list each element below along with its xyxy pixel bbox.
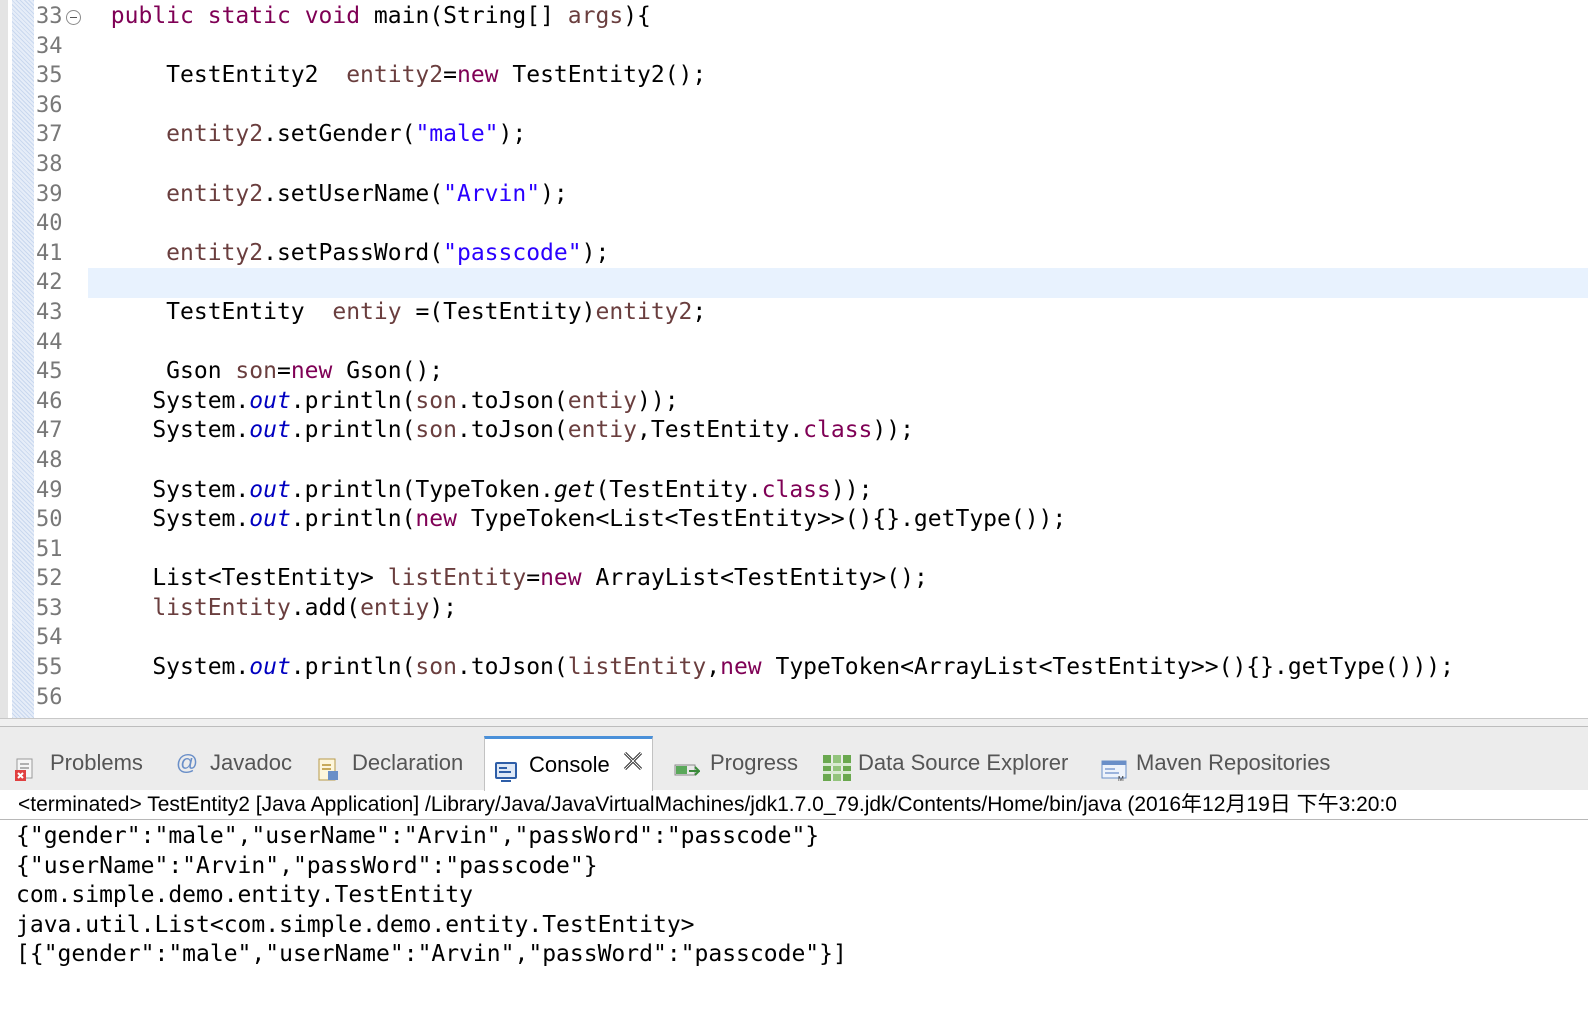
line-number: 51 [36, 536, 63, 562]
console-output-line: com.simple.demo.entity.TestEntity [16, 882, 473, 909]
code-text: System.out.println(son.toJson(entiy,Test… [0, 417, 914, 444]
collapse-fold-icon[interactable] [66, 10, 81, 25]
code-line[interactable]: 50 System.out.println(new TypeToken<List… [0, 505, 1588, 535]
code-line[interactable]: 56 [0, 683, 1588, 713]
console-output-line: {"gender":"male","userName":"Arvin","pas… [16, 823, 820, 849]
code-line[interactable]: 41 entity2.setPassWord("passcode"); [0, 239, 1588, 269]
view-tab-bar: Problems @ Javadoc Declaration Console P… [0, 736, 1588, 791]
code-lines[interactable]: 33 public static void main(String[] args… [0, 2, 1588, 712]
line-number: 48 [36, 447, 63, 473]
line-number: 42 [36, 270, 63, 296]
line-number: 36 [36, 92, 63, 118]
progress-icon [674, 750, 702, 776]
code-line[interactable]: 39 entity2.setUserName("Arvin"); [0, 180, 1588, 210]
code-text: System.out.println(TypeToken.get(TestEnt… [0, 476, 873, 503]
code-line[interactable]: 40 [0, 209, 1588, 239]
current-code-line[interactable]: 42 [0, 268, 1588, 298]
code-line[interactable]: 46 System.out.println(son.toJson(entiy))… [0, 387, 1588, 417]
code-text: entity2.setUserName("Arvin"); [166, 180, 568, 207]
code-text: TestEntity2 entity2=new TestEntity2(); [0, 62, 707, 89]
console-output-line: {"userName":"Arvin","passWord":"passcode… [16, 852, 598, 879]
console-status-line: <terminated> TestEntity2 [Java Applicati… [18, 793, 1397, 816]
code-text: entity2.setGender("male"); [166, 121, 527, 148]
tab-label: Data Source Explorer [858, 750, 1069, 775]
code-text: public static void main(String[] args){ [110, 3, 651, 29]
line-number: 34 [36, 33, 63, 59]
editor-horizontal-scrollbar[interactable] [0, 718, 1588, 726]
code-line[interactable]: 53 listEntity.add(entiy); [0, 594, 1588, 624]
code-line[interactable]: 43 TestEntity entiy =(TestEntity)entity2… [0, 298, 1588, 328]
svg-text:M: M [1118, 776, 1124, 783]
code-line[interactable]: 37 entity2.setGender("male"); [0, 120, 1588, 150]
line-number: 56 [36, 684, 63, 710]
tab-label: Maven Repositories [1136, 750, 1331, 775]
problems-icon [14, 750, 40, 781]
tab-data-source-explorer[interactable]: Data Source Explorer [822, 736, 1068, 790]
tab-label: Console [529, 752, 610, 777]
close-icon[interactable] [622, 739, 644, 791]
tab-maven-repositories[interactable]: M Maven Repositories [1100, 736, 1330, 790]
line-number: 38 [36, 151, 63, 177]
code-editor[interactable]: 33 public static void main(String[] args… [0, 0, 1588, 726]
code-line[interactable]: 34 [0, 32, 1588, 62]
tab-label: Problems [50, 750, 143, 775]
console-output[interactable]: {"gender":"male","userName":"Arvin","pas… [16, 822, 847, 970]
data-source-icon [822, 750, 851, 781]
code-line[interactable]: 49 System.out.println(TypeToken.get(Test… [0, 476, 1588, 506]
divider [0, 819, 1588, 820]
console-icon [493, 752, 519, 782]
line-number: 54 [36, 625, 63, 651]
maven-icon: M [1100, 750, 1127, 783]
code-text: listEntity.add(entiy); [152, 594, 458, 621]
code-line[interactable]: 47 System.out.println(son.toJson(entiy,T… [0, 416, 1588, 446]
declaration-icon [316, 750, 342, 781]
code-line[interactable]: 33 public static void main(String[] args… [0, 2, 1588, 32]
code-line[interactable]: 52 List<TestEntity> listEntity=new Array… [0, 564, 1588, 594]
code-text: System.out.println(son.toJson(entiy)); [0, 387, 679, 414]
tab-problems[interactable]: Problems [14, 736, 143, 790]
code-text: System.out.println(son.toJson(listEntity… [0, 654, 1454, 681]
tab-declaration[interactable]: Declaration [316, 736, 463, 790]
console-output-line: [{"gender":"male","userName":"Arvin","pa… [16, 941, 847, 968]
console-output-line: java.util.List<com.simple.demo.entity.Te… [16, 911, 695, 938]
tab-progress[interactable]: Progress [674, 736, 798, 790]
code-text: Gson son=new Gson(); [0, 358, 444, 385]
code-text: System.out.println(new TypeToken<List<Te… [0, 506, 1067, 533]
code-line[interactable]: 51 [0, 535, 1588, 565]
line-number: 44 [36, 329, 63, 355]
line-number: 40 [36, 211, 63, 237]
code-line[interactable]: 55 System.out.println(son.toJson(listEnt… [0, 653, 1588, 683]
code-line[interactable]: 38 [0, 150, 1588, 180]
tab-javadoc[interactable]: @ Javadoc [174, 736, 292, 790]
code-text: TestEntity entiy =(TestEntity)entity2; [0, 298, 707, 325]
code-text: entity2.setPassWord("passcode"); [166, 239, 610, 266]
code-line[interactable]: 36 [0, 91, 1588, 121]
tab-label: Declaration [352, 750, 464, 775]
code-line[interactable]: 44 [0, 328, 1588, 358]
tab-label: Javadoc [210, 750, 292, 775]
javadoc-icon: @ [175, 750, 199, 775]
tab-label: Progress [710, 750, 799, 775]
code-line[interactable]: 45 Gson son=new Gson(); [0, 357, 1588, 387]
code-line[interactable]: 48 [0, 446, 1588, 476]
code-line[interactable]: 35 TestEntity2 entity2=new TestEntity2()… [0, 61, 1588, 91]
code-line[interactable]: 54 [0, 623, 1588, 653]
tab-console[interactable]: Console [484, 736, 653, 791]
console-panel: Problems @ Javadoc Declaration Console P… [0, 726, 1588, 1018]
code-text: List<TestEntity> listEntity=new ArrayLis… [0, 565, 928, 592]
